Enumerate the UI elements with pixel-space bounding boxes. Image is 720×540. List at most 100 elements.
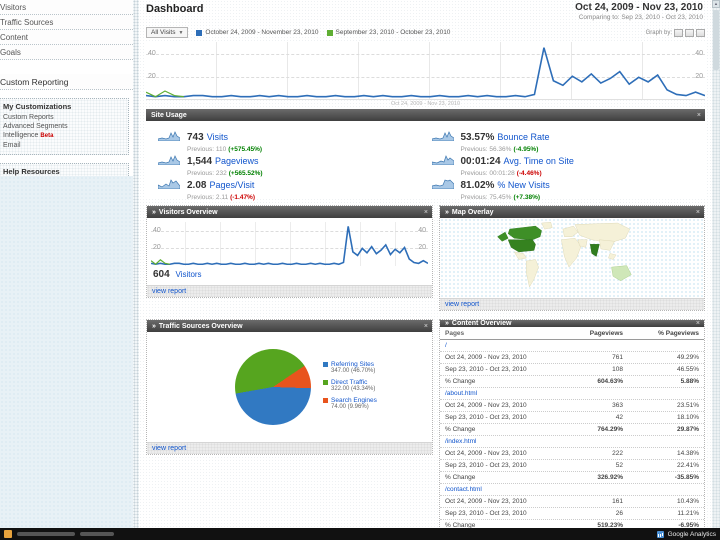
legend-referring-sites: Referring Sites 347.00 (46.70%) [323,361,377,374]
scroll-up-arrow[interactable]: ▲ [712,0,720,8]
metric-value: 2.08 [187,180,206,191]
y-tick-left-40: 40 [148,50,156,57]
visits-timeline-chart[interactable]: 40 20 40 20 [146,42,705,100]
y-tick-right-20: 20 [695,73,703,80]
table-row: Oct 24, 2009 - Nov 23, 201076149.29% [440,352,704,364]
sidebar-item-traffic-sources[interactable]: Traffic Sources [0,15,133,30]
legend-link[interactable]: Referring Sites [331,361,374,368]
metric-link[interactable]: Pageviews [215,156,259,166]
sidebar-item-content[interactable]: Content [0,30,133,45]
graph-by-day-icon[interactable] [674,29,683,37]
view-report-link[interactable]: view report [445,301,479,308]
beta-badge: Beta [40,133,53,139]
sidebar-item-email[interactable]: Email [3,141,124,150]
table-row: Sep 23, 2010 - Oct 23, 20104218.10% [440,412,704,424]
view-report-link[interactable]: view report [152,445,186,452]
table-change-row: % Change604.63%5.88% [440,376,704,388]
col-percent-pageviews: % Pageviews [623,330,699,337]
intelligence-label: Intelligence [3,132,38,139]
map-overlay-title: Map Overlay [452,209,494,216]
metric-link[interactable]: % New Visits [497,180,549,190]
table-row: Oct 24, 2009 - Nov 23, 201022214.38% [440,448,704,460]
legend-current-period: October 24, 2009 - November 23, 2010 [196,29,318,36]
widgets-row-2: » Traffic Sources Overview × Referring S… [146,319,705,528]
visitors-overview-header[interactable]: » Visitors Overview × [147,206,432,218]
map-overlay-header[interactable]: » Map Overlay × [440,206,704,218]
visitors-overview-title: Visitors Overview [159,209,218,216]
footer-logo[interactable] [4,530,12,538]
traffic-sources-body: Referring Sites 347.00 (46.70%) Direct T… [147,332,432,442]
close-icon[interactable]: × [696,320,700,327]
sidebar-item-custom-reporting[interactable]: Custom Reporting [0,74,133,90]
legend-value: 322.00 (43.34%) [331,386,377,392]
page-link[interactable]: / [445,342,553,349]
legend-swatch-current [196,30,202,36]
content-overview-table: Pages Pageviews % Pageviews / Oct 24, 20… [440,327,704,528]
y-tick-right-40: 40 [695,50,703,57]
table-change-row: % Change326.92%-35.85% [440,472,704,484]
metric-percent-new-visits: 81.02%% New Visits Previous: 75.45%(+7.3… [432,173,706,197]
legend-direct-traffic: Direct Traffic 322.00 (43.34%) [323,379,377,392]
help-resources-title: Help Resources [3,167,124,176]
metric-value: 00:01:24 [461,156,501,167]
legend-previous-period: September 23, 2010 - October 23, 2010 [327,29,451,36]
metric-change: (-1.47%) [230,194,255,201]
map-overlay-body [440,218,704,298]
traffic-sources-pie-chart[interactable] [235,349,311,425]
sidebar-item-visitors[interactable]: Visitors [0,0,133,15]
metric-previous: Previous: 75.45% [461,194,512,201]
sidebar-item-advanced-segments[interactable]: Advanced Segments [3,122,124,131]
close-icon[interactable]: × [424,209,428,216]
footer-brand: Google Analytics [657,531,716,538]
content-overview-header[interactable]: » Content Overview × [440,320,704,327]
timeline-axis-caption: Oct 24, 2009 - Nov 23, 2010 [146,100,705,109]
segment-dropdown[interactable]: All Visits ▼ [146,27,188,38]
legend-link[interactable]: Search Engines [331,397,377,404]
metric-link[interactable]: Bounce Rate [497,132,549,142]
graph-by-week-icon[interactable] [685,29,694,37]
my-customizations-box: My Customizations Custom Reports Advance… [0,98,129,155]
sidebar-item-custom-reports[interactable]: Custom Reports [3,113,124,122]
sidebar-gap [0,60,133,74]
traffic-sources-title: Traffic Sources Overview [159,323,243,330]
col-pages: Pages [445,330,553,337]
expand-icon: » [152,323,156,330]
metric-link[interactable]: Visits [207,132,228,142]
metric-link[interactable]: Pages/Visit [209,180,254,190]
sidebar-item-goals[interactable]: Goals [0,45,133,60]
close-icon[interactable]: × [696,209,700,216]
sparkline-icon [432,153,454,165]
close-icon[interactable]: × [697,112,701,119]
sparkline-icon [158,153,180,165]
page-link[interactable]: /about.html [445,390,553,397]
legend-swatch [323,398,328,403]
metric-visits: 743Visits Previous: 110(+575.45%) [158,125,432,149]
sparkline-icon [158,129,180,141]
visitors-count-link[interactable]: Visitors [175,270,201,279]
metric-value: 53.57% [461,132,495,143]
traffic-sources-header[interactable]: » Traffic Sources Overview × [147,320,432,332]
close-icon[interactable]: × [424,323,428,330]
legend-value: 74.00 (9.96%) [331,404,377,410]
footer-text-blur [17,532,75,536]
footer-bar: Google Analytics [0,528,720,540]
world-map[interactable] [474,220,670,296]
view-report-link[interactable]: view report [152,288,186,295]
table-header-row: Pages Pageviews % Pageviews [440,327,704,340]
metric-link[interactable]: Avg. Time on Site [504,156,574,166]
scrollbar[interactable]: ▲ [712,0,720,528]
graph-by-month-icon[interactable] [696,29,705,37]
sidebar-item-intelligence[interactable]: IntelligenceBeta [3,131,124,141]
visitors-count-value: 604 [153,269,170,280]
segment-dropdown-label: All Visits [151,29,175,36]
legend-link[interactable]: Direct Traffic [331,379,367,386]
page-link[interactable]: /contact.html [445,486,553,493]
date-range-selector[interactable]: Oct 24, 2009 - Nov 23, 2010 [575,2,703,13]
scroll-thumb[interactable] [713,10,719,70]
page-link[interactable]: /index.html [445,438,553,445]
legend-value: 347.00 (46.70%) [331,368,377,374]
visitors-mini-chart[interactable]: 40 20 40 20 [151,222,428,266]
col-pageviews: Pageviews [553,330,623,337]
table-row: /about.html [440,388,704,400]
table-row: / [440,340,704,352]
